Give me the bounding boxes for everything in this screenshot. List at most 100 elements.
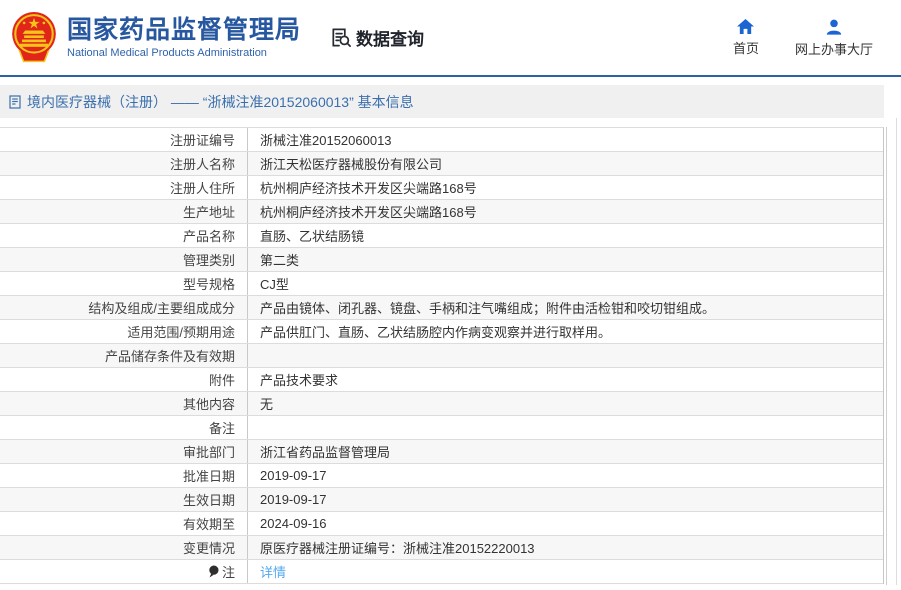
row-label-text: 生产地址 xyxy=(182,205,235,220)
row-value-text: 原医疗器械注册证编号：浙械注准20152220013 xyxy=(260,541,535,556)
table-row: 注册人住所 杭州桐庐经济技术开发区尖端路168号 xyxy=(0,176,883,200)
row-label: 产品储存条件及有效期 xyxy=(0,344,248,367)
row-label: 注 xyxy=(0,560,248,583)
nav-home[interactable]: 首页 xyxy=(733,18,759,58)
row-value: 2024-09-16 xyxy=(248,516,883,531)
row-label: 注册人住所 xyxy=(0,176,248,199)
row-label: 其他内容 xyxy=(0,392,248,415)
row-label-text: 产品名称 xyxy=(182,229,235,244)
row-value: 直肠、乙状结肠镜 xyxy=(248,226,883,245)
row-value: 2019-09-17 xyxy=(248,492,883,507)
row-value-text: 无 xyxy=(260,397,274,412)
row-value: 浙械注准20152060013 xyxy=(248,130,883,149)
table-row: 变更情况 原医疗器械注册证编号：浙械注准20152220013 xyxy=(0,536,883,560)
data-query-title: 数据查询 xyxy=(329,25,424,50)
row-label-text: 适用范围/预期用途 xyxy=(127,325,235,340)
row-label: 注册证编号 xyxy=(0,128,248,151)
table-row: 注 详情 xyxy=(0,560,883,584)
note-icon xyxy=(208,565,219,578)
row-label-text: 有效期至 xyxy=(182,517,235,532)
page: 国家药品监督管理局 National Medical Products Admi… xyxy=(0,0,901,590)
row-label-text: 管理类别 xyxy=(182,253,235,268)
table-row: 生效日期 2019-09-17 xyxy=(0,488,883,512)
row-value: 杭州桐庐经济技术开发区尖端路168号 xyxy=(248,202,883,221)
row-label-text: 备注 xyxy=(208,421,235,436)
row-label: 生产地址 xyxy=(0,200,248,223)
row-label-text: 变更情况 xyxy=(182,541,235,556)
nmpa-emblem-logo xyxy=(8,10,60,66)
home-icon xyxy=(736,18,755,35)
table-row: 附件 产品技术要求 xyxy=(0,368,883,392)
breadcrumb: 境内医疗器械（注册） —— “浙械注准20152060013” 基本信息 xyxy=(0,85,884,118)
row-label: 备注 xyxy=(0,416,248,439)
row-label: 产品名称 xyxy=(0,224,248,247)
table-row: 产品名称 直肠、乙状结肠镜 xyxy=(0,224,883,248)
row-label: 注册人名称 xyxy=(0,152,248,175)
row-value-text: 直肠、乙状结肠镜 xyxy=(260,229,365,244)
row-value: 杭州桐庐经济技术开发区尖端路168号 xyxy=(248,178,883,197)
row-label: 型号规格 xyxy=(0,272,248,295)
row-value: CJ型 xyxy=(248,274,883,293)
site-header: 国家药品监督管理局 National Medical Products Admi… xyxy=(0,0,901,77)
org-title-block: 国家药品监督管理局 National Medical Products Admi… xyxy=(67,16,301,59)
row-label-text: 附件 xyxy=(208,373,235,388)
table-row: 其他内容 无 xyxy=(0,392,883,416)
detail-link[interactable]: 详情 xyxy=(260,565,286,580)
user-icon xyxy=(825,18,843,36)
table-row: 产品储存条件及有效期 xyxy=(0,344,883,368)
row-label: 附件 xyxy=(0,368,248,391)
row-value-text: 产品由镜体、闭孔器、镜盘、手柄和注气嘴组成；附件由活检钳和咬切钳组成。 xyxy=(260,301,716,316)
table-row: 注册证编号 浙械注准20152060013 xyxy=(0,128,883,152)
row-value-text: 杭州桐庐经济技术开发区尖端路168号 xyxy=(260,181,477,196)
table-right-border xyxy=(886,127,887,585)
row-value-text: 浙械注准20152060013 xyxy=(260,133,392,148)
table-row: 结构及组成/主要组成成分 产品由镜体、闭孔器、镜盘、手柄和注气嘴组成；附件由活检… xyxy=(0,296,883,320)
row-label-text: 注 xyxy=(221,565,235,580)
top-nav: 首页 网上办事大厅 xyxy=(733,18,873,58)
row-label: 适用范围/预期用途 xyxy=(0,320,248,343)
scrollbar[interactable] xyxy=(896,118,897,585)
table-row: 注册人名称 浙江天松医疗器械股份有限公司 xyxy=(0,152,883,176)
nav-home-label: 首页 xyxy=(732,40,759,56)
table-row: 审批部门 浙江省药品监督管理局 xyxy=(0,440,883,464)
row-label-text: 其他内容 xyxy=(182,397,235,412)
row-label-text: 产品储存条件及有效期 xyxy=(104,349,235,364)
row-value: 产品供肛门、直肠、乙状结肠腔内作病变观察并进行取样用。 xyxy=(248,322,883,341)
row-label-text: 结构及组成/主要组成成分 xyxy=(88,301,235,316)
table-row: 生产地址 杭州桐庐经济技术开发区尖端路168号 xyxy=(0,200,883,224)
row-label-text: 注册人住所 xyxy=(169,181,235,196)
row-value-text: CJ型 xyxy=(260,277,289,292)
row-value-text: 2019-09-17 xyxy=(260,468,327,483)
row-value: 2019-09-17 xyxy=(248,468,883,483)
row-label: 管理类别 xyxy=(0,248,248,271)
row-value: 浙江省药品监督管理局 xyxy=(248,442,883,461)
row-label-text: 注册人名称 xyxy=(169,157,235,172)
row-value: 原医疗器械注册证编号：浙械注准20152220013 xyxy=(248,538,883,557)
org-subtitle: National Medical Products Administration xyxy=(67,46,267,59)
row-value: 产品由镜体、闭孔器、镜盘、手柄和注气嘴组成；附件由活检钳和咬切钳组成。 xyxy=(248,298,883,317)
row-value: 详情 xyxy=(248,562,883,581)
row-label-text: 注册证编号 xyxy=(169,133,235,148)
data-query-label: 数据查询 xyxy=(356,30,425,49)
row-label: 有效期至 xyxy=(0,512,248,535)
row-value-text: 杭州桐庐经济技术开发区尖端路168号 xyxy=(260,205,477,220)
nav-online-hall-label: 网上办事大厅 xyxy=(794,41,873,57)
document-icon xyxy=(9,94,21,109)
row-value-text: 产品供肛门、直肠、乙状结肠腔内作病变观察并进行取样用。 xyxy=(260,325,612,340)
table-row: 管理类别 第二类 xyxy=(0,248,883,272)
row-value-text: 浙江天松医疗器械股份有限公司 xyxy=(260,157,443,172)
row-label-text: 审批部门 xyxy=(182,445,235,460)
breadcrumb-text: 境内医疗器械（注册） —— “浙械注准20152060013” 基本信息 xyxy=(27,93,414,110)
row-label-text: 型号规格 xyxy=(182,277,235,292)
table-row: 适用范围/预期用途 产品供肛门、直肠、乙状结肠腔内作病变观察并进行取样用。 xyxy=(0,320,883,344)
row-value: 产品技术要求 xyxy=(248,370,883,389)
row-label: 变更情况 xyxy=(0,536,248,559)
nav-online-hall[interactable]: 网上办事大厅 xyxy=(795,18,873,58)
row-label-text: 批准日期 xyxy=(182,469,235,484)
row-value-text: 第二类 xyxy=(260,253,300,268)
row-value: 无 xyxy=(248,394,883,413)
row-label: 生效日期 xyxy=(0,488,248,511)
row-label: 审批部门 xyxy=(0,440,248,463)
row-value-text: 2024-09-16 xyxy=(260,516,327,531)
row-value-text: 产品技术要求 xyxy=(260,373,339,388)
